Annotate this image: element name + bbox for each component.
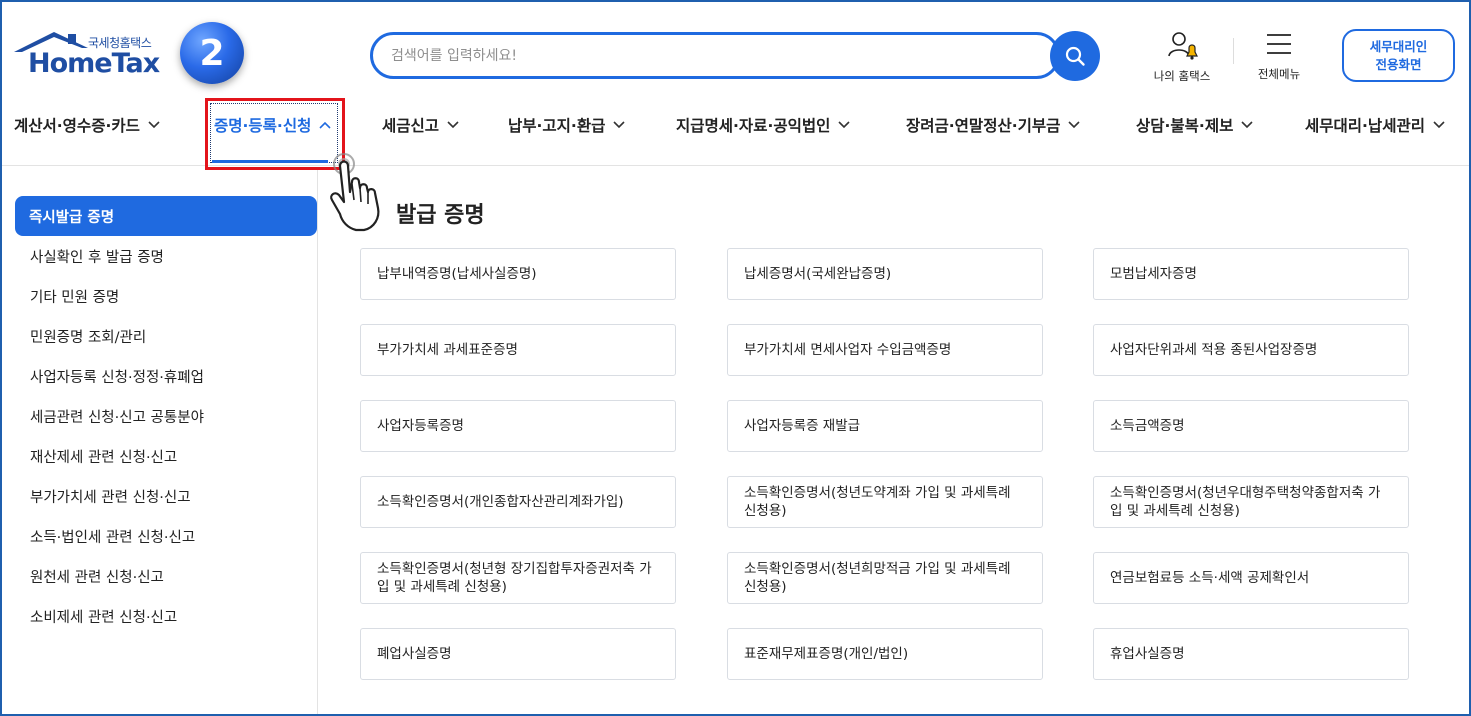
card-label: 소득확인증명서(청년우대형주택청약종합저축 가입 및 과세특례 신청용) <box>1110 485 1381 519</box>
sidebar-item[interactable]: 부가가치세 관련 신청·신고 <box>30 486 191 507</box>
certificate-card[interactable]: 소득금액증명 <box>1093 400 1409 452</box>
search-button[interactable] <box>1050 31 1100 81</box>
all-menu-label: 전체메뉴 <box>1257 67 1301 81</box>
card-label: 휴업사실증명 <box>1110 646 1185 662</box>
card-label: 사업자등록증 재발급 <box>744 418 861 434</box>
step-number-badge: 2 <box>180 22 244 84</box>
hamburger-icon <box>1267 34 1291 54</box>
certificate-card[interactable]: 사업자단위과세 적용 종된사업장증명 <box>1093 324 1409 376</box>
card-label: 폐업사실증명 <box>377 646 452 662</box>
chevron-down-icon <box>838 121 850 129</box>
certificate-card[interactable]: 휴업사실증명 <box>1093 628 1409 680</box>
my-hometax-button[interactable]: 나의 홈택스 <box>1144 30 1220 84</box>
card-label: 부가가치세 면세사업자 수입금액증명 <box>744 342 952 358</box>
tax-agent-screen-button[interactable]: 세무대리인 전용화면 <box>1342 29 1455 82</box>
card-label: 납세증명서(국세완납증명) <box>744 266 892 282</box>
card-label: 소득확인증명서(개인종합자산관리계좌가입) <box>377 494 624 510</box>
search-icon <box>1065 46 1085 66</box>
card-label: 소득금액증명 <box>1110 418 1185 434</box>
nav-item-consult[interactable]: 상담·불복·제보 <box>1136 114 1253 136</box>
nav-item-invoice[interactable]: 계산서·영수증·카드 <box>14 114 160 136</box>
card-label: 납부내역증명(납세사실증명) <box>377 266 537 282</box>
nav-label: 지급명세·자료·공익법인 <box>676 117 831 135</box>
nav-item-statement[interactable]: 지급명세·자료·공익법인 <box>676 114 850 136</box>
certificate-card[interactable]: 사업자등록증명 <box>360 400 676 452</box>
certificate-card[interactable]: 소득확인증명서(청년형 장기집합투자증권저축 가입 및 과세특례 신청용) <box>360 552 676 604</box>
chevron-down-icon <box>148 121 160 129</box>
sidebar-item[interactable]: 재산제세 관련 신청·신고 <box>30 446 177 467</box>
sidebar-item[interactable]: 소비제세 관련 신청·신고 <box>30 606 177 627</box>
certificate-card[interactable]: 납세증명서(국세완납증명) <box>727 248 1043 300</box>
card-label: 모범납세자증명 <box>1110 266 1197 282</box>
nav-label: 장려금·연말정산·기부금 <box>906 117 1061 135</box>
certificate-card[interactable]: 표준재무제표증명(개인/법인) <box>727 628 1043 680</box>
card-label: 연금보험료등 소득·세액 공제확인서 <box>1110 570 1310 586</box>
certificate-card[interactable]: 폐업사실증명 <box>360 628 676 680</box>
nav-item-tax-agent[interactable]: 세무대리·납세관리 <box>1305 114 1445 136</box>
nav-label: 세금신고 <box>382 117 440 135</box>
card-label: 표준재무제표증명(개인/법인) <box>744 646 909 662</box>
nav-item-tax-report[interactable]: 세금신고 <box>382 114 459 136</box>
tax-agent-line1: 세무대리인 <box>1369 39 1428 54</box>
sidebar: 즉시발급 증명 사실확인 후 발급 증명 기타 민원 증명 민원증명 조회/관리… <box>0 167 318 716</box>
logo-text: HomeTax <box>28 48 160 79</box>
card-label: 사업자단위과세 적용 종된사업장증명 <box>1110 342 1318 358</box>
sidebar-item[interactable]: 소득·법인세 관련 신청·신고 <box>30 526 195 547</box>
certificate-card[interactable]: 부가가치세 과세표준증명 <box>360 324 676 376</box>
nav-label: 계산서·영수증·카드 <box>14 117 140 135</box>
page-title: 발급 증명 <box>396 203 485 228</box>
chevron-down-icon <box>1068 121 1080 129</box>
nav-item-payment[interactable]: 납부·고지·환급 <box>508 114 625 136</box>
sidebar-item[interactable]: 사업자등록 신청·정정·휴폐업 <box>30 366 204 387</box>
chevron-down-icon <box>1433 121 1445 129</box>
highlight-box <box>205 98 345 170</box>
card-label: 소득확인증명서(청년도약계좌 가입 및 과세특례 신청용) <box>744 485 1011 519</box>
my-hometax-label: 나의 홈택스 <box>1153 69 1211 83</box>
card-label: 소득확인증명서(청년희망적금 가입 및 과세특례 신청용) <box>744 561 1011 595</box>
nav-item-incentive[interactable]: 장려금·연말정산·기부금 <box>906 114 1080 136</box>
sidebar-item[interactable]: 기타 민원 증명 <box>30 286 119 307</box>
certificate-card[interactable]: 연금보험료등 소득·세액 공제확인서 <box>1093 552 1409 604</box>
certificate-card[interactable]: 소득확인증명서(청년희망적금 가입 및 과세특례 신청용) <box>727 552 1043 604</box>
chevron-down-icon <box>1241 121 1253 129</box>
certificate-card[interactable]: 부가가치세 면세사업자 수입금액증명 <box>727 324 1043 376</box>
card-label: 부가가치세 과세표준증명 <box>377 342 518 358</box>
sidebar-item-instant-issue[interactable]: 즉시발급 증명 <box>15 196 317 236</box>
certificate-card[interactable]: 모범납세자증명 <box>1093 248 1409 300</box>
nav-label: 세무대리·납세관리 <box>1305 117 1425 135</box>
tax-agent-line2: 전용화면 <box>1375 57 1422 72</box>
chevron-down-icon <box>613 121 625 129</box>
search-input[interactable] <box>391 44 1011 68</box>
nav-label: 상담·불복·제보 <box>1136 117 1234 135</box>
chevron-down-icon <box>447 121 459 129</box>
card-label: 소득확인증명서(청년형 장기집합투자증권저축 가입 및 과세특례 신청용) <box>377 561 652 595</box>
certificate-card[interactable]: 사업자등록증 재발급 <box>727 400 1043 452</box>
certificate-card[interactable]: 소득확인증명서(청년도약계좌 가입 및 과세특례 신청용) <box>727 476 1043 528</box>
sidebar-item[interactable]: 민원증명 조회/관리 <box>30 326 146 347</box>
sidebar-item[interactable]: 원천세 관련 신청·신고 <box>30 566 164 587</box>
search-box <box>370 32 1060 79</box>
pointer-hand-icon <box>330 153 380 232</box>
user-bell-icon <box>1168 32 1198 60</box>
hometax-logo[interactable]: 국세청홈택스 HomeTax <box>14 28 174 84</box>
card-label: 사업자등록증명 <box>377 418 464 434</box>
header-divider <box>1233 38 1234 64</box>
all-menu-button[interactable]: 전체메뉴 <box>1248 30 1310 82</box>
sidebar-item[interactable]: 세금관련 신청·신고 공통분야 <box>30 406 204 427</box>
sidebar-item-label: 즉시발급 증명 <box>29 210 115 226</box>
certificate-card[interactable]: 납부내역증명(납세사실증명) <box>360 248 676 300</box>
nav-label: 납부·고지·환급 <box>508 117 606 135</box>
sidebar-item[interactable]: 사실확인 후 발급 증명 <box>30 246 164 267</box>
certificate-card[interactable]: 소득확인증명서(개인종합자산관리계좌가입) <box>360 476 676 528</box>
certificate-card[interactable]: 소득확인증명서(청년우대형주택청약종합저축 가입 및 과세특례 신청용) <box>1093 476 1409 528</box>
